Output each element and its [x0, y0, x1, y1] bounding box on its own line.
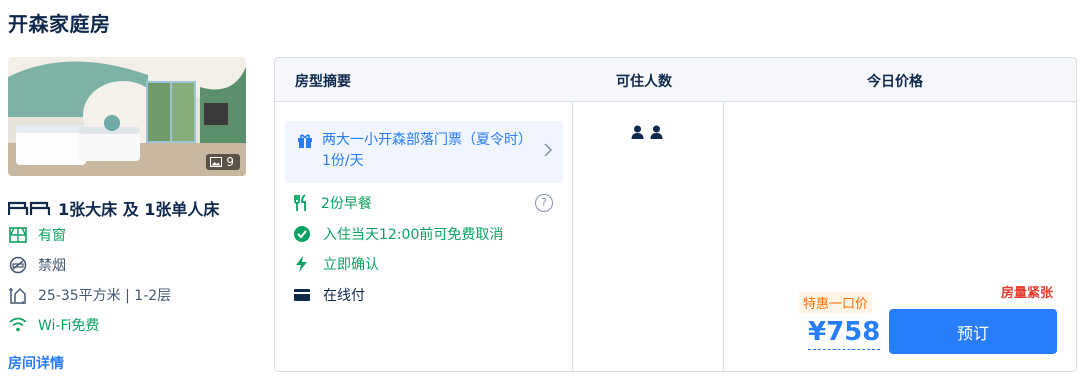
breakfast-info: 2份早餐 — [293, 193, 372, 213]
lightning-icon — [296, 256, 307, 272]
no-smoking-icon — [9, 256, 27, 274]
instant-confirm-label: 立即确认 — [323, 257, 379, 273]
attr-area: 25-35平方米 | 1-2层 — [8, 285, 171, 305]
gift-icon — [298, 134, 312, 148]
attr-no-smoking-label: 禁烟 — [38, 258, 66, 274]
person-icon — [631, 125, 644, 139]
payment-label: 在线付 — [323, 288, 365, 304]
photo-count: 9 — [226, 155, 234, 169]
header-summary: 房型摘要 — [295, 74, 351, 90]
rate-table: 房型摘要 可住人数 今日价格 两大一小开森部落门票（夏令时） 1份/天 2份早餐… — [274, 57, 1077, 372]
bed-text: 1张大床 及 1张单人床 — [58, 200, 220, 219]
attr-no-smoking: 禁烟 — [8, 255, 66, 275]
table-header: 房型摘要 可住人数 今日价格 — [275, 58, 1076, 102]
cancel-policy-label: 入住当天12:00前可免费取消 — [323, 227, 504, 243]
occupancy-icons — [631, 125, 663, 139]
cancel-policy: 入住当天12:00前可免费取消 — [293, 224, 503, 244]
photo-count-badge: 9 — [206, 154, 240, 170]
card-icon — [294, 289, 310, 301]
bed-icon — [8, 201, 50, 215]
attr-wifi: Wi-Fi免费 — [8, 315, 99, 335]
attr-area-label: 25-35平方米 | 1-2层 — [38, 288, 172, 304]
attr-wifi-label: Wi-Fi免费 — [38, 318, 100, 334]
package-text: 两大一小开森部落门票（夏令时） 1份/天 — [322, 132, 532, 169]
header-price: 今日价格 — [867, 74, 923, 90]
bed-info: 1张大床 及 1张单人床 — [8, 196, 219, 220]
promo-label: 特惠一口价 — [799, 292, 873, 313]
chevron-right-icon — [544, 143, 553, 157]
room-photo[interactable]: 9 — [8, 57, 246, 176]
payment-method: 在线付 — [293, 285, 365, 305]
room-title: 开森家庭房 — [8, 12, 111, 36]
window-icon — [9, 227, 27, 243]
area-icon — [9, 287, 26, 304]
breakfast-help-icon[interactable]: ? — [535, 194, 553, 212]
package-item[interactable]: 两大一小开森部落门票（夏令时） 1份/天 — [285, 121, 563, 183]
breakfast-label: 2份早餐 — [321, 196, 372, 212]
attr-window: 有窗 — [8, 225, 66, 245]
utensils-icon — [294, 194, 306, 211]
header-occupancy: 可住人数 — [616, 74, 672, 90]
price[interactable]: ¥758 — [808, 315, 881, 350]
column-divider — [723, 102, 724, 371]
wifi-icon — [9, 317, 27, 332]
book-button[interactable]: 预订 — [889, 309, 1057, 354]
attr-window-label: 有窗 — [38, 228, 66, 244]
stock-warning: 房量紧张 — [1001, 286, 1054, 301]
room-detail-link[interactable]: 房间详情 — [8, 353, 64, 373]
column-divider — [572, 102, 573, 371]
person-icon — [650, 125, 663, 139]
image-icon — [210, 157, 223, 167]
instant-confirm: 立即确认 — [293, 254, 379, 274]
check-circle-icon — [294, 226, 310, 242]
